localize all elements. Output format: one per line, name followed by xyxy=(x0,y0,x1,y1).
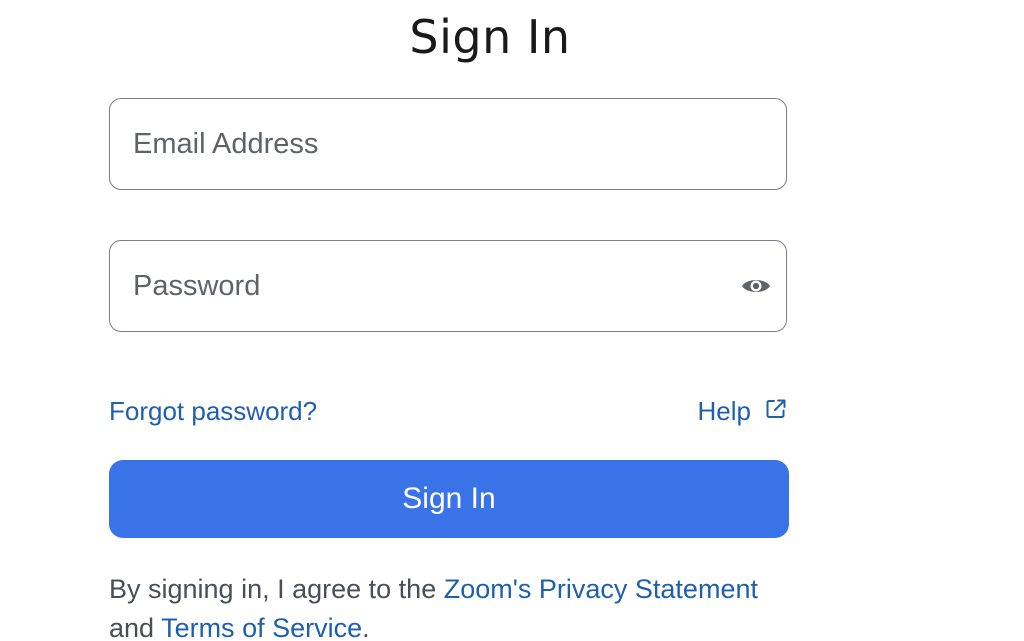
email-field-container xyxy=(109,98,787,190)
password-input[interactable] xyxy=(110,241,740,331)
help-link[interactable]: Help xyxy=(698,396,751,427)
eye-icon[interactable] xyxy=(740,270,772,302)
legal-prefix: By signing in, I agree to the xyxy=(109,574,444,604)
email-input[interactable] xyxy=(110,99,786,189)
terms-of-service-link[interactable]: Terms of Service xyxy=(161,613,362,641)
page-title: Sign In xyxy=(409,10,571,64)
legal-suffix: . xyxy=(362,613,370,641)
auxiliary-links: Forgot password? Help xyxy=(109,396,787,427)
legal-notice: By signing in, I agree to the Zoom's Pri… xyxy=(109,570,809,641)
forgot-password-link[interactable]: Forgot password? xyxy=(109,396,317,427)
help-link-group[interactable]: Help xyxy=(698,396,787,427)
legal-middle: and xyxy=(109,613,162,641)
password-field-container xyxy=(109,240,787,332)
privacy-statement-link[interactable]: Zoom's Privacy Statement xyxy=(444,574,758,604)
sign-in-page: Sign In Forgot password? Help xyxy=(0,0,1024,641)
sign-in-button[interactable]: Sign In xyxy=(109,460,789,538)
external-link-icon xyxy=(765,398,787,425)
